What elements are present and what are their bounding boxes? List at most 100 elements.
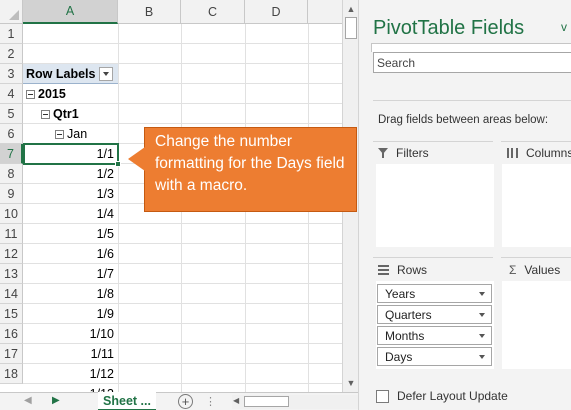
columns-label: Columns [526, 146, 571, 160]
row-header[interactable]: 7 [0, 144, 23, 164]
collapse-icon[interactable] [55, 129, 64, 139]
field-label: Months [385, 328, 425, 343]
column-header-c[interactable]: C [181, 0, 245, 24]
rows-icon [378, 265, 389, 275]
pivot-row-labels-header[interactable]: Row Labels [23, 64, 118, 84]
active-cell-selection[interactable] [23, 143, 121, 167]
values-area-label: Σ Values [509, 263, 560, 277]
horizontal-scrollbar-thumb[interactable] [244, 396, 289, 407]
divider [373, 100, 571, 101]
field-label: Quarters [385, 307, 432, 322]
scroll-up-icon[interactable]: ▲ [344, 2, 358, 16]
horizontal-scrollbar[interactable]: ◀ [232, 395, 358, 409]
rows-area-label: Rows [378, 263, 427, 277]
tab-splitter-icon[interactable]: ⋮ [205, 395, 216, 408]
sheet-tab[interactable]: Sheet ... [98, 392, 156, 410]
column-header-e[interactable] [308, 0, 342, 24]
row-header[interactable]: 17 [0, 344, 23, 364]
pivot-day-cell[interactable]: 1/12 [23, 364, 118, 384]
collapse-icon[interactable] [26, 89, 35, 99]
dropdown-arrow-icon[interactable] [479, 334, 485, 338]
column-header-b[interactable]: B [118, 0, 181, 24]
row-header[interactable]: 1 [0, 24, 23, 44]
row-header[interactable]: 5 [0, 104, 23, 124]
quarter-label: Qtr1 [53, 107, 79, 121]
dropdown-arrow-icon [103, 71, 110, 76]
pivot-day-cell[interactable]: 1/11 [23, 344, 118, 364]
divider [373, 141, 493, 142]
row-header[interactable]: 10 [0, 204, 23, 224]
row-header[interactable]: 4 [0, 84, 23, 104]
row-header[interactable]: 11 [0, 224, 23, 244]
pivot-day-cell[interactable]: 1/10 [23, 324, 118, 344]
select-all-button[interactable] [0, 0, 23, 24]
row-header[interactable]: 6 [0, 124, 23, 144]
pivot-day-cell[interactable]: 1/9 [23, 304, 118, 324]
pivot-day-cell[interactable]: 1/8 [23, 284, 118, 304]
pivot-day-cell[interactable]: 1/3 [23, 184, 118, 204]
row-field-quarters[interactable]: Quarters [377, 305, 492, 324]
row-header[interactable]: 16 [0, 324, 23, 344]
row-header[interactable]: 13 [0, 264, 23, 284]
add-sheet-icon[interactable]: + [178, 394, 193, 409]
filter-icon [378, 148, 388, 158]
row-header[interactable]: 9 [0, 184, 23, 204]
pivot-day-cell[interactable]: 1/13 [23, 384, 118, 392]
row-labels-filter-button[interactable] [99, 66, 114, 81]
sheet-tab-bar: ◀ ▶ Sheet ... + ⋮ ◀ [0, 392, 358, 410]
pivot-month-item[interactable]: Jan [55, 124, 118, 144]
column-header-d[interactable]: D [245, 0, 308, 24]
row-header[interactable]: 15 [0, 304, 23, 324]
defer-layout-update[interactable]: Defer Layout Update [376, 389, 508, 403]
scroll-left-icon[interactable]: ◀ [233, 396, 239, 405]
defer-layout-checkbox[interactable] [376, 389, 389, 403]
divider [373, 257, 493, 258]
callout-pointer [128, 147, 145, 171]
values-label: Values [524, 263, 561, 277]
defer-layout-label: Defer Layout Update [397, 389, 508, 403]
pivot-year-item[interactable]: 2015 [26, 84, 118, 104]
drag-hint-text: Drag fields between areas below: [378, 114, 549, 126]
scroll-down-icon[interactable]: ▼ [344, 376, 358, 390]
filters-label: Filters [396, 146, 429, 160]
pivot-day-cell[interactable]: 1/7 [23, 264, 118, 284]
row-header[interactable]: 3 [0, 64, 23, 84]
divider [501, 257, 571, 258]
filters-area-label: Filters [378, 146, 429, 160]
search-input[interactable] [374, 53, 571, 72]
dropdown-arrow-icon[interactable] [479, 355, 485, 359]
pivottable-fields-pane: PivotTable Fields v Drag fields between … [358, 0, 571, 410]
fill-handle[interactable] [115, 161, 121, 167]
month-label: Jan [67, 127, 88, 141]
columns-drop-area[interactable] [502, 164, 571, 247]
dropdown-arrow-icon[interactable] [479, 292, 485, 296]
next-sheet-icon[interactable]: ▶ [52, 395, 60, 406]
row-header[interactable]: 12 [0, 244, 23, 264]
row-header[interactable]: 8 [0, 164, 23, 184]
row-field-months[interactable]: Months [377, 326, 492, 345]
filters-drop-area[interactable] [376, 164, 494, 247]
values-drop-area[interactable] [502, 281, 571, 369]
field-label: Years [385, 286, 416, 301]
callout-text: Change the number formatting for the Day… [155, 133, 345, 194]
column-header-a[interactable]: A [23, 0, 118, 24]
pane-options-icon[interactable]: v [561, 20, 567, 34]
pivot-quarter-item[interactable]: Qtr1 [41, 104, 118, 124]
previous-sheet-icon[interactable]: ◀ [24, 395, 32, 406]
columns-icon [507, 148, 518, 158]
pivot-day-cell[interactable]: 1/2 [23, 164, 118, 184]
collapse-icon[interactable] [41, 109, 50, 119]
row-field-days[interactable]: Days [377, 347, 492, 366]
row-header[interactable]: 18 [0, 364, 23, 384]
field-list[interactable] [371, 43, 571, 52]
row-header[interactable]: 14 [0, 284, 23, 304]
row-field-years[interactable]: Years [377, 284, 492, 303]
sigma-icon: Σ [509, 263, 517, 277]
dropdown-arrow-icon[interactable] [479, 313, 485, 317]
scrollbar-thumb[interactable] [345, 17, 357, 39]
pivot-day-cell[interactable]: 1/4 [23, 204, 118, 224]
search-field-box[interactable] [373, 52, 571, 73]
pivot-day-cell[interactable]: 1/6 [23, 244, 118, 264]
row-header[interactable]: 2 [0, 44, 23, 64]
pivot-day-cell[interactable]: 1/5 [23, 224, 118, 244]
